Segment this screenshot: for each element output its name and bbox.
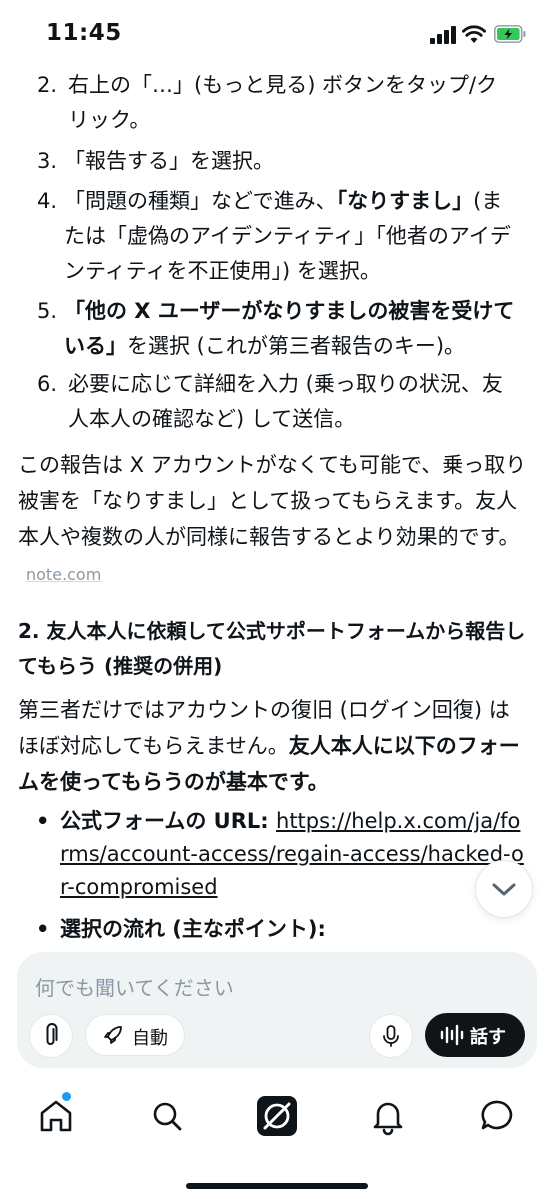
step-number: 4. [37,189,58,213]
cellular-signal-icon [430,26,456,44]
wifi-icon [462,25,486,43]
scroll-down-button[interactable] [475,860,533,918]
paragraph: 第三者だけではアカウントの復旧 (ログイン回復) はほぼ対応してもらえません。友… [18,692,528,800]
bullet-item: • 選択の流れ (主なポイント): [36,917,326,941]
message-composer[interactable]: 何でも聞いてください 自動 話す [17,952,537,1068]
step-number: 3. [37,149,58,173]
chevron-down-icon [492,883,516,896]
auto-mode-button[interactable]: 自動 [85,1014,185,1056]
step-text: 「問題の種類」などで進み、 [64,189,337,213]
response-content[interactable]: 2. 右上の「…」(もっと見る) ボタンをタップ/クリック。 3. 「報告する」… [0,60,554,950]
section-heading: 2. 友人本人に依頼して公式サポートフォームから報告してもらう (推奨の併用) [18,619,526,678]
notification-dot [62,1092,71,1101]
search-icon [153,1102,182,1131]
message-icon [481,1100,513,1130]
step-item: 6. 必要に応じて詳細を入力 (乗っ取りの状況、友人本人の確認など) して送信。 [37,367,517,437]
step-text: 右上の「…」(もっと見る) ボタンをタップ/クリック。 [68,73,498,132]
rocket-icon [104,1026,122,1044]
bullet-item: • 公式フォームの URL: https://help.x.com/ja/for… [36,809,524,899]
nav-messages[interactable] [474,1092,522,1140]
step-item: 4. 「問題の種類」などで進み、「なりすまし」(または「虚偽のアイデンティティ」… [37,184,517,289]
message-input[interactable]: 何でも聞いてください [35,972,234,1001]
bottom-navigation [0,1082,554,1152]
home-indicator [186,1183,368,1189]
step-text: 必要に応じて詳細を入力 (乗っ取りの状況、友人本人の確認など) して送信。 [68,372,503,431]
bullet-separator: : [260,809,277,833]
speak-button[interactable]: 話す [425,1013,525,1057]
source-link[interactable]: note.com [26,565,101,584]
step-item: 5. 「他の X ユーザーがなりすましの被害を受けている」を選択 (これが第三者… [37,294,517,364]
nav-home[interactable] [32,1092,80,1140]
step-number: 6. [37,372,58,396]
bullet-label: 公式フォームの URL [60,809,261,833]
grok-icon [257,1096,297,1136]
nav-grok[interactable] [253,1092,301,1140]
speak-label: 話す [470,1027,506,1048]
paragraph-text: この報告は X アカウントがなくても可能で、乗っ取り被害を「なりすまし」として扱… [18,453,527,549]
status-bar: 11:45 [0,0,554,60]
bell-icon [373,1102,403,1136]
paragraph: この報告は X アカウントがなくても可能で、乗っ取り被害を「なりすまし」として扱… [18,447,528,593]
microphone-icon [383,1025,399,1047]
step-text: を選択 (これが第三者報告のキー)。 [127,334,466,358]
battery-charging-icon [494,25,526,43]
attach-button[interactable] [29,1014,73,1058]
paperclip-icon [46,1023,58,1045]
step-number: 5. [37,299,58,323]
bullet-label: 選択の流れ (主なポイント): [60,917,326,941]
nav-search[interactable] [143,1092,191,1140]
auto-mode-label: 自動 [132,1028,168,1049]
waveform-icon [440,1024,464,1046]
step-item: 2. 右上の「…」(もっと見る) ボタンをタップ/クリック。 [37,68,517,138]
step-text-bold: 「なりすまし」 [336,189,474,213]
home-icon [40,1100,72,1132]
clock: 11:45 [46,20,122,46]
step-number: 2. [37,73,58,97]
step-item: 3. 「報告する」を選択。 [37,144,517,179]
step-text: 「報告する」を選択。 [64,149,274,173]
microphone-button[interactable] [369,1014,413,1058]
nav-notifications[interactable] [364,1092,412,1140]
